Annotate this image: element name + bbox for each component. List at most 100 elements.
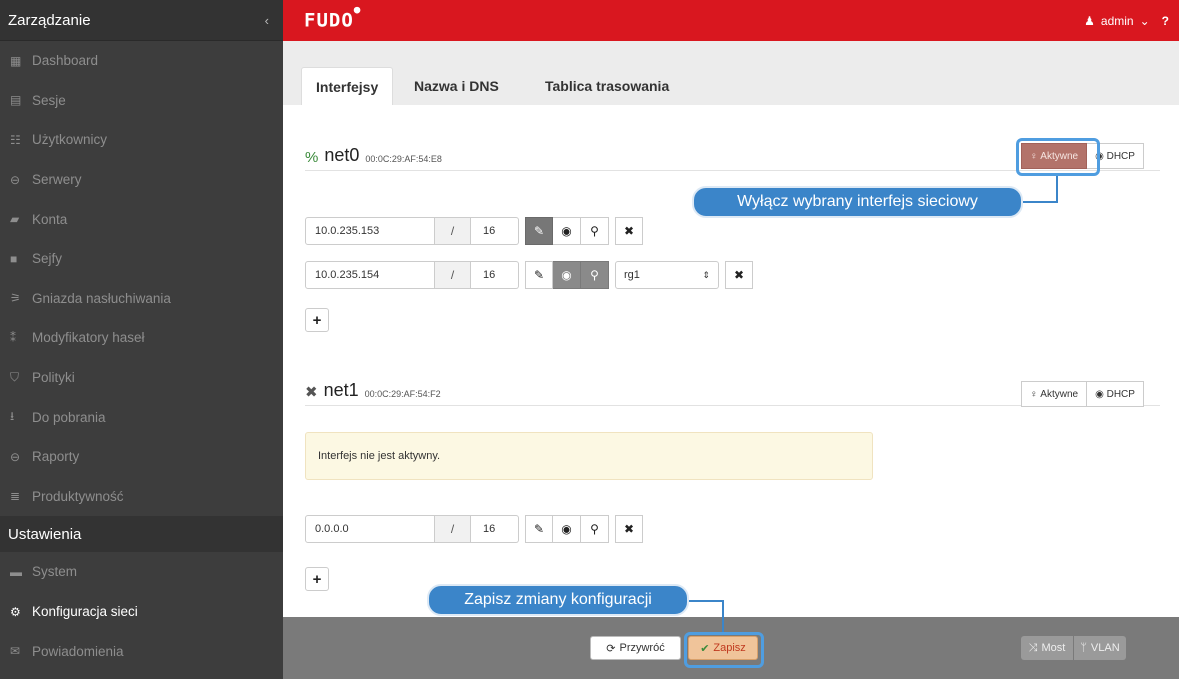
- bridge-label: Most: [1041, 642, 1066, 654]
- sidebar-item-label: Serwery: [32, 172, 82, 188]
- sidebar-item-icon: ⁑: [10, 330, 16, 345]
- main-content: Interfejsy Nazwa i DNS Tablica trasowani…: [283, 41, 1179, 679]
- user-name: admin: [1100, 13, 1134, 28]
- sitemap-icon[interactable]: ⚲: [581, 261, 609, 289]
- add-address-button[interactable]: +: [305, 308, 329, 332]
- sidebar-item-label: Powiadomienia: [32, 643, 124, 659]
- logo-text: FUDO: [304, 9, 354, 32]
- wrench-icon[interactable]: ✎: [525, 217, 553, 245]
- sidebar-item-uzytkownicy[interactable]: ☷ Użytkownicy: [0, 120, 283, 160]
- globe-icon[interactable]: ◉: [553, 515, 581, 543]
- address-row: 0.0.0.0 / 16 ✎ ◉ ⚲ ✖: [305, 515, 643, 543]
- callout-connector: [1020, 201, 1058, 203]
- callout-save-config: Zapisz zmiany konfiguracji: [427, 584, 689, 616]
- select-value: rg1: [624, 269, 640, 281]
- sidebar-item-icon: ▰: [10, 212, 20, 227]
- sidebar-item-label: Do pobrania: [32, 409, 106, 425]
- tab-interfejsy[interactable]: Interfejsy: [301, 67, 394, 105]
- callout-connector: [722, 600, 724, 632]
- wrench-icon[interactable]: ✎: [525, 515, 553, 543]
- active-toggle-button[interactable]: ♀ Aktywne: [1021, 381, 1088, 407]
- slash-separator: /: [435, 515, 471, 543]
- fudo-logo[interactable]: FUDO●: [304, 3, 361, 32]
- sidebar-item-icon: ⭳: [10, 408, 15, 423]
- sidebar-item-label: Produktywność: [32, 488, 124, 504]
- sidebar-item-icon: ⊖: [10, 449, 21, 464]
- revert-button[interactable]: ⟳ Przywróć: [590, 636, 681, 660]
- sidebar-item-icon: ⚞: [10, 291, 21, 306]
- callout-deactivate-interface: Wyłącz wybrany interfejs sieciowy: [692, 186, 1023, 218]
- sitemap-icon[interactable]: ⚲: [581, 515, 609, 543]
- sidebar-item-icon: ▬: [10, 564, 22, 579]
- help-icon[interactable]: ?: [1162, 14, 1169, 28]
- address-row: 10.0.235.153 / 16 ✎ ◉ ⚲ ✖: [305, 217, 643, 245]
- chevron-down-icon: ⌄: [1139, 13, 1150, 28]
- globe-icon[interactable]: ◉: [553, 217, 581, 245]
- ip-address-input[interactable]: 10.0.235.153: [305, 217, 435, 245]
- sidebar-item-label: Sesje: [32, 92, 66, 108]
- sidebar-item-icon: ≣: [10, 489, 21, 504]
- ip-address-input[interactable]: 10.0.235.154: [305, 261, 435, 289]
- sidebar-item-serwery[interactable]: ⊖ Serwery: [0, 160, 283, 200]
- add-address-button[interactable]: +: [305, 567, 329, 591]
- sidebar-item-label: Gniazda nasłuchiwania: [32, 290, 171, 306]
- slash-separator: /: [435, 261, 471, 289]
- sidebar-item-gniazda-nasluchiwania[interactable]: ⚞ Gniazda nasłuchiwania: [0, 279, 283, 319]
- highlight-active-button: [1016, 138, 1100, 176]
- collapse-sidebar-icon[interactable]: ‹: [265, 13, 269, 28]
- sidebar-item-sesje[interactable]: ▤ Sesje: [0, 81, 283, 121]
- bridge-button[interactable]: ⤨ Most: [1021, 636, 1073, 660]
- link-icon: %: [305, 149, 319, 166]
- wrench-icon[interactable]: ✎: [525, 261, 553, 289]
- sidebar-item-icon: ⚙: [10, 604, 21, 619]
- sidebar-item-dashboard[interactable]: ▦ Dashboard: [0, 41, 283, 81]
- ip-address-input[interactable]: 0.0.0.0: [305, 515, 435, 543]
- sidebar-item-modyfikatory-hasel[interactable]: ⁑ Modyfikatory haseł: [0, 318, 283, 358]
- mac-address: 00:0C:29:AF:54:F2: [364, 389, 441, 399]
- sidebar-item-polityki[interactable]: ⛉ Polityki: [0, 358, 283, 398]
- top-bar: FUDO● ♟ admin ⌄ ?: [283, 0, 1179, 41]
- sidebar-item-raporty[interactable]: ⊖ Raporty: [0, 437, 283, 477]
- sidebar-item-icon: ▦: [10, 53, 22, 68]
- sidebar-item-system[interactable]: ▬ System: [0, 552, 283, 592]
- tab-nazwa-i-dns[interactable]: Nazwa i DNS: [400, 67, 513, 105]
- globe-icon[interactable]: ◉: [553, 261, 581, 289]
- vlan-button[interactable]: ᛘ VLAN: [1074, 636, 1126, 660]
- remove-icon[interactable]: ✖: [615, 217, 643, 245]
- sitemap-icon[interactable]: ⚲: [581, 217, 609, 245]
- sidebar-item-icon: ⛉: [10, 370, 20, 385]
- user-icon: ♟: [1084, 13, 1095, 28]
- redundancy-group-select[interactable]: rg1 ⇕: [615, 261, 719, 289]
- tab-bar: Interfejsy Nazwa i DNS Tablica trasowani…: [283, 41, 1179, 105]
- refresh-icon: ⟳: [606, 642, 616, 655]
- sidebar-item-icon: ■: [10, 251, 18, 266]
- inactive-alert: Interfejs nie jest aktywny.: [305, 432, 873, 480]
- netmask-input[interactable]: 16: [471, 261, 519, 289]
- sidebar-item-label: Dashboard: [32, 53, 99, 69]
- interface-name: net1: [323, 380, 359, 400]
- sidebar-item-konta[interactable]: ▰ Konta: [0, 199, 283, 239]
- sidebar-item-sejfy[interactable]: ■ Sejfy: [0, 239, 283, 279]
- dhcp-button[interactable]: ◉ DHCP: [1087, 381, 1144, 407]
- sidebar-item-do-pobrania[interactable]: ⭳ Do pobrania: [0, 397, 283, 437]
- sidebar-section-settings: Ustawienia: [0, 516, 283, 553]
- tab-tablica-trasowania[interactable]: Tablica trasowania: [531, 67, 683, 105]
- bulb-icon: ♀: [1030, 388, 1038, 400]
- sidebar: Zarządzanie ‹ ▦ Dashboard ▤ Sesje ☷ Użytkowni…: [0, 0, 283, 679]
- user-menu[interactable]: ♟ admin ⌄ ?: [1084, 14, 1169, 28]
- netmask-input[interactable]: 16: [471, 515, 519, 543]
- sidebar-item-icon: ☷: [10, 132, 21, 147]
- netmask-input[interactable]: 16: [471, 217, 519, 245]
- remove-icon[interactable]: ✖: [725, 261, 753, 289]
- remove-icon[interactable]: ✖: [615, 515, 643, 543]
- shuffle-icon: ⤨: [1028, 641, 1038, 654]
- highlight-save-button: [684, 632, 764, 668]
- sidebar-item-produktywnosc[interactable]: ≣ Produktywność: [0, 477, 283, 517]
- sidebar-header: Zarządzanie ‹: [0, 0, 283, 41]
- sidebar-item-label: Użytkownicy: [32, 132, 108, 148]
- sidebar-item-powiadomienia[interactable]: ✉ Powiadomienia: [0, 631, 283, 671]
- sidebar-item-label: Konta: [32, 211, 68, 227]
- sidebar-item-konfiguracja-sieci[interactable]: ⚙ Konfiguracja sieci: [0, 592, 283, 632]
- dhcp-label: DHCP: [1106, 150, 1135, 162]
- sidebar-item-icon: ▤: [10, 93, 22, 108]
